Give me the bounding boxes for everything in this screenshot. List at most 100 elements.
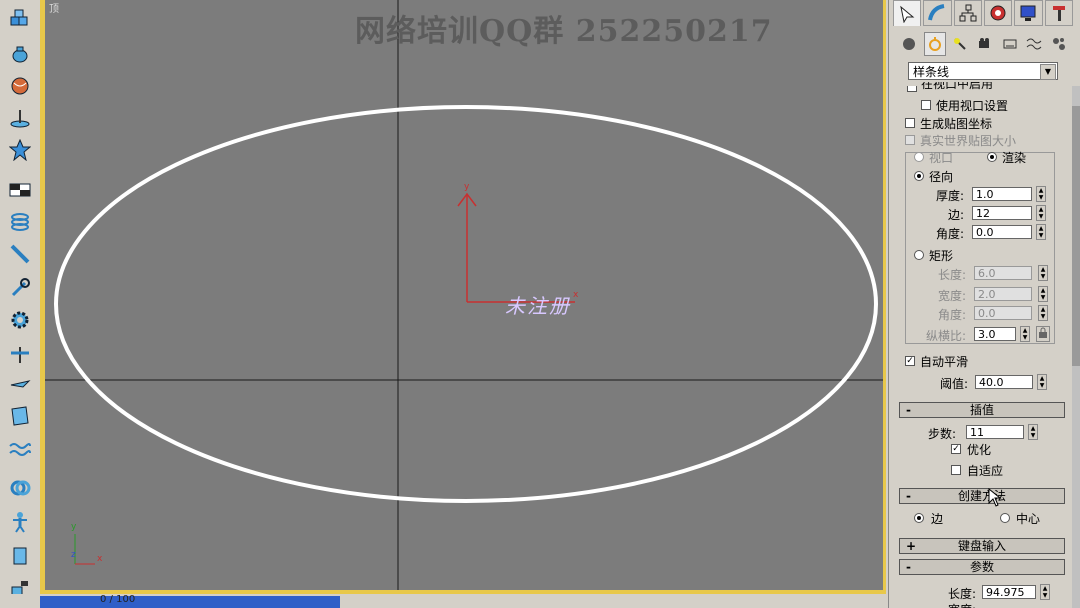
category-value: 样条线 xyxy=(913,65,950,79)
geometry-icon[interactable] xyxy=(899,33,920,55)
steps-field[interactable]: 11 xyxy=(966,425,1024,439)
thickness-spinner[interactable]: ▲ ▼ xyxy=(1036,186,1046,202)
watermark-text: 网络培训QQ群 252250217 xyxy=(355,14,773,49)
corner-z-label: z xyxy=(71,550,76,560)
threshold-label: 阈值: xyxy=(940,377,969,391)
display-tab[interactable] xyxy=(1014,0,1043,26)
aspect-spinner[interactable]: ▲ ▼ xyxy=(1020,326,1030,342)
param-width-label: 宽度: xyxy=(948,602,976,608)
figure-icon[interactable] xyxy=(6,508,34,536)
rect-angle-spinner[interactable]: ▲ ▼ xyxy=(1038,305,1048,321)
viewport-radio[interactable] xyxy=(914,152,924,162)
category-dropdown[interactable]: 样条线 ▼ xyxy=(908,62,1058,80)
radial-radio[interactable] xyxy=(914,171,924,181)
motion-tab[interactable] xyxy=(983,0,1013,26)
cube-icon[interactable] xyxy=(6,6,34,34)
coil-icon[interactable] xyxy=(6,208,34,236)
steps-spinner[interactable]: ▲ ▼ xyxy=(1028,424,1038,440)
create-subcategories xyxy=(899,32,1069,56)
sphere-icon[interactable] xyxy=(6,72,34,100)
rectangular-label: 矩形 xyxy=(929,249,954,263)
cameras-icon[interactable] xyxy=(975,33,996,55)
auto-smooth-label: 自动平滑 xyxy=(920,355,969,369)
gen-map-coords-checkbox[interactable] xyxy=(905,118,915,128)
angle-field[interactable]: 0.0 xyxy=(972,225,1032,239)
center-radio[interactable] xyxy=(1000,513,1010,523)
parameters-rollout-header[interactable]: - 参数 xyxy=(899,559,1065,575)
threshold-spinner[interactable]: ▲ ▼ xyxy=(1037,374,1047,390)
sides-label: 边: xyxy=(948,208,965,222)
render-radio-label: 渲染 xyxy=(1002,151,1027,165)
hierarchy-tab[interactable] xyxy=(953,0,982,26)
chevron-down-icon[interactable]: ▼ xyxy=(1040,64,1056,80)
gear-icon[interactable] xyxy=(6,306,34,334)
center-label: 中心 xyxy=(1016,512,1041,526)
star-icon[interactable] xyxy=(6,136,34,164)
systems-icon[interactable] xyxy=(1048,33,1069,55)
brush-icon[interactable] xyxy=(6,240,34,268)
rect-angle-field[interactable]: 0.0 xyxy=(974,306,1032,320)
creation-method-rollout-header[interactable]: - 创建方法 xyxy=(899,488,1065,504)
edge-radio[interactable] xyxy=(914,513,924,523)
create-tab[interactable] xyxy=(893,0,922,26)
lights-icon[interactable] xyxy=(950,33,971,55)
time-slider[interactable] xyxy=(40,596,340,608)
shapes-icon[interactable] xyxy=(923,32,947,56)
angle-spinner[interactable]: ▲ ▼ xyxy=(1036,224,1046,240)
helpers-icon[interactable] xyxy=(999,33,1020,55)
param-length-spinner[interactable]: ▲ ▼ xyxy=(1040,584,1050,600)
left-toolbar xyxy=(0,0,41,608)
plane-icon[interactable] xyxy=(6,370,34,398)
real-world-map-checkbox[interactable] xyxy=(905,135,915,145)
rect-width-field[interactable]: 2.0 xyxy=(974,287,1032,301)
use-viewport-settings-checkbox[interactable] xyxy=(921,100,931,110)
threshold-field[interactable]: 40.0 xyxy=(975,375,1033,389)
lock-icon[interactable] xyxy=(1036,326,1050,342)
top-viewport[interactable]: 顶 y x y z x 网络培训QQ群 252250217 未注册 xyxy=(45,0,883,590)
utilities-tab[interactable] xyxy=(1044,0,1073,26)
adaptive-label: 自适应 xyxy=(967,464,1004,478)
corner-x-label: x xyxy=(97,554,103,564)
cloth-icon[interactable] xyxy=(6,402,34,430)
rect-width-spinner[interactable]: ▲ ▼ xyxy=(1038,286,1048,302)
viewport-radio-label: 视口 xyxy=(929,151,954,165)
panel-scrollbar[interactable] xyxy=(1072,86,1080,608)
thickness-label: 厚度: xyxy=(936,189,965,203)
spacewarps-icon[interactable] xyxy=(1024,33,1045,55)
knot-icon[interactable] xyxy=(6,474,34,502)
mouse-cursor-icon xyxy=(988,488,1002,507)
adaptive-checkbox[interactable] xyxy=(951,465,961,475)
ellipse-shape xyxy=(54,105,878,503)
sides-spinner[interactable]: ▲ ▼ xyxy=(1036,205,1046,221)
rect-length-label: 长度: xyxy=(938,268,967,282)
param-length-field[interactable]: 94.975 xyxy=(982,585,1036,599)
wave-icon[interactable] xyxy=(6,436,34,464)
render-radio[interactable] xyxy=(987,152,997,162)
keyboard-entry-rollout-header[interactable]: + 键盘输入 xyxy=(899,538,1065,554)
rectangular-radio[interactable] xyxy=(914,250,924,260)
wrench-icon[interactable] xyxy=(6,274,34,302)
radial-label: 径向 xyxy=(929,170,954,184)
rect-length-field[interactable]: 6.0 xyxy=(974,266,1032,280)
edge-label: 边 xyxy=(931,512,944,526)
lamp-icon[interactable] xyxy=(6,104,34,132)
modify-tab[interactable] xyxy=(923,0,952,26)
auto-smooth-checkbox[interactable]: ✓ xyxy=(905,356,915,366)
scroll-thumb[interactable] xyxy=(1072,106,1080,366)
time-slider-bar: 0 / 100 xyxy=(0,594,886,608)
interpolation-rollout-header[interactable]: - 插值 xyxy=(899,402,1065,418)
real-world-map-label: 真实世界贴图大小 xyxy=(920,134,1017,148)
sides-field[interactable]: 12 xyxy=(972,206,1032,220)
teapot-icon[interactable] xyxy=(6,40,34,68)
enable-in-viewport-checkbox[interactable] xyxy=(907,86,917,92)
optimize-label: 优化 xyxy=(967,443,992,457)
tool-icon[interactable] xyxy=(6,542,34,570)
fan-icon[interactable] xyxy=(6,340,34,368)
gizmo-x-label: x xyxy=(573,290,579,300)
grid-block-icon[interactable] xyxy=(6,176,34,204)
optimize-checkbox[interactable]: ✓ xyxy=(951,444,961,454)
thickness-field[interactable]: 1.0 xyxy=(972,187,1032,201)
aspect-field[interactable]: 3.0 xyxy=(974,327,1016,341)
aspect-label: 纵横比: xyxy=(926,329,967,343)
rect-length-spinner[interactable]: ▲ ▼ xyxy=(1038,265,1048,281)
